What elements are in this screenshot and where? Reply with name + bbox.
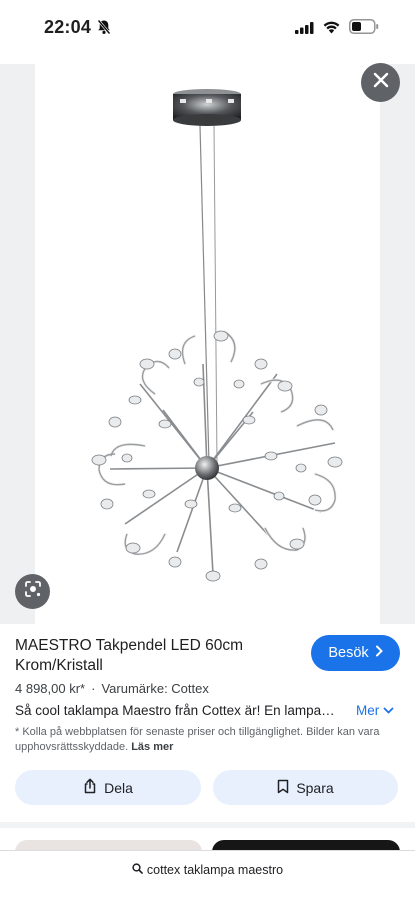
image-margin-left bbox=[0, 64, 35, 624]
price-disclaimer: * Kolla på webbplatsen för senaste prise… bbox=[15, 725, 395, 755]
close-icon bbox=[373, 72, 389, 93]
save-label: Spara bbox=[296, 779, 334, 796]
read-more-link[interactable]: Läs mer bbox=[131, 741, 173, 753]
image-margin-right bbox=[380, 64, 415, 624]
more-button[interactable]: Mer bbox=[356, 703, 394, 718]
product-description: Så cool taklampa Maestro från Cottex är!… bbox=[15, 703, 335, 718]
share-button[interactable]: Dela bbox=[15, 770, 201, 805]
product-title[interactable]: MAESTRO Takpendel LED 60cm Krom/Kristall bbox=[15, 636, 295, 676]
separator-dot: · bbox=[91, 681, 96, 696]
share-icon bbox=[83, 778, 97, 797]
bottom-search-bar[interactable]: cottex taklampa maestro bbox=[0, 850, 415, 900]
lens-button[interactable] bbox=[15, 574, 50, 609]
chevron-right-icon bbox=[375, 645, 383, 661]
close-button[interactable] bbox=[361, 63, 400, 102]
visit-button-label: Besök bbox=[328, 645, 369, 661]
status-time: 22:04 bbox=[44, 17, 92, 37]
wifi-icon bbox=[322, 19, 341, 39]
chevron-down-icon bbox=[383, 703, 394, 718]
brand: Varumärke: Cottex bbox=[101, 681, 209, 696]
more-label: Mer bbox=[356, 703, 380, 718]
signal-icon bbox=[295, 21, 315, 39]
battery-icon bbox=[349, 19, 379, 39]
status-bar: 22:04 bbox=[0, 0, 415, 56]
lens-icon bbox=[24, 580, 42, 603]
share-label: Dela bbox=[104, 779, 133, 796]
product-image-viewer[interactable] bbox=[0, 64, 415, 624]
search-query: cottex taklampa maestro bbox=[146, 863, 284, 877]
section-divider bbox=[0, 822, 415, 828]
search-icon bbox=[132, 863, 143, 877]
bell-off-icon bbox=[97, 19, 111, 40]
save-button[interactable]: Spara bbox=[213, 770, 398, 805]
search-query-row[interactable]: cottex taklampa maestro bbox=[0, 863, 415, 877]
visit-button[interactable]: Besök bbox=[311, 635, 400, 671]
disclaimer-text: * Kolla på webbplatsen för senaste prise… bbox=[15, 726, 380, 753]
price-line: 4 898,00 kr* · Varumärke: Cottex bbox=[15, 681, 209, 696]
product-image bbox=[91, 89, 343, 582]
bookmark-icon bbox=[277, 779, 289, 797]
price: 4 898,00 kr* bbox=[15, 681, 86, 696]
